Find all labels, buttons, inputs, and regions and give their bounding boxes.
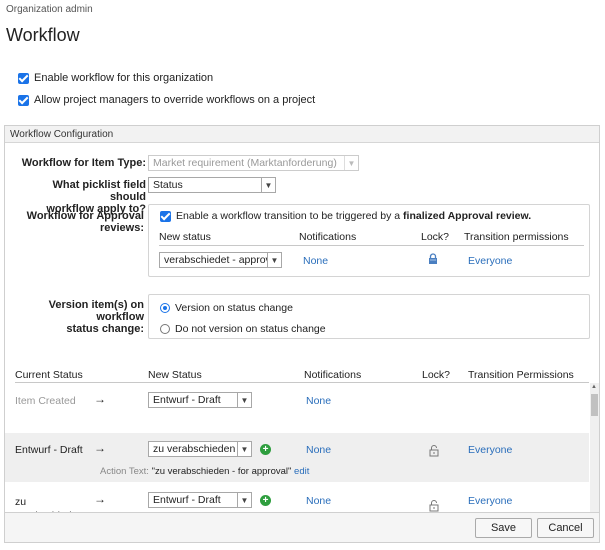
table-row: Item Created → Entwurf - Draft ▼ None — [5, 383, 589, 429]
item-type-select: Market requirement (Marktanforderung) ▼ — [148, 155, 359, 171]
row-current-status: Item Created — [15, 395, 76, 407]
approval-trigger-label: Enable a workflow transition to be trigg… — [176, 210, 531, 222]
panel-title: Workflow Configuration — [5, 126, 599, 143]
approval-box: Enable a workflow transition to be trigg… — [148, 204, 590, 277]
transition-table: Item Created → Entwurf - Draft ▼ None En… — [5, 383, 589, 512]
row-new-status-value: Entwurf - Draft — [153, 394, 221, 406]
approval-col-new-status: New status — [159, 231, 211, 243]
version-label-line-2: status change: — [66, 323, 144, 335]
approval-col-permissions: Transition permissions — [464, 231, 569, 243]
add-transition-icon[interactable]: + — [260, 495, 271, 506]
row-new-status-value: Entwurf - Draft — [153, 494, 221, 506]
chevron-down-icon: ▼ — [237, 393, 251, 407]
approval-trigger-text: Enable a workflow transition to be trigg… — [176, 210, 404, 222]
breadcrumb: Organization admin — [6, 4, 93, 15]
table-row: Entwurf - Draft → zu verabschieden - for… — [5, 433, 589, 482]
chevron-down-icon: ▼ — [237, 442, 251, 456]
row-notifications-link[interactable]: None — [306, 444, 331, 456]
add-transition-icon[interactable]: + — [260, 444, 271, 455]
table-scrollbar[interactable]: ▲ — [590, 383, 599, 512]
approval-notifications-link[interactable]: None — [303, 255, 328, 267]
col-notifications: Notifications — [304, 369, 362, 381]
row-current-status: zu verabschieden - for approval — [15, 496, 90, 512]
arrow-right-icon: → — [94, 492, 106, 506]
approval-label-line-2: reviews: — [99, 222, 144, 234]
footer-bar: Save Cancel — [5, 513, 599, 542]
row-new-status-select[interactable]: Entwurf - Draft ▼ — [148, 492, 252, 508]
chevron-down-icon: ▼ — [267, 253, 281, 267]
allow-override-option[interactable]: Allow project managers to override workf… — [18, 94, 315, 106]
action-text-edit-link[interactable]: edit — [294, 466, 309, 477]
version-label-line-1: Version item(s) on workflow — [48, 299, 144, 323]
version-label: Version item(s) on workflow status chang… — [15, 299, 144, 335]
item-type-value: Market requirement (Marktanforderung) — [153, 157, 337, 169]
item-type-label: Workflow for Item Type: — [21, 157, 146, 169]
version-on-radio[interactable] — [160, 303, 170, 313]
approval-label-line-1: Workflow for Approval — [26, 210, 144, 222]
chevron-down-icon: ▼ — [237, 493, 251, 507]
row-notifications-link[interactable]: None — [306, 395, 331, 407]
allow-override-checkbox[interactable] — [18, 94, 29, 106]
approval-col-notifications: Notifications — [299, 231, 357, 243]
row-new-status-select[interactable]: Entwurf - Draft ▼ — [148, 392, 252, 408]
scrollbar-thumb[interactable] — [591, 394, 598, 416]
allow-override-label: Allow project managers to override workf… — [34, 94, 316, 106]
lock-open-icon[interactable] — [428, 444, 440, 460]
row-permissions-link[interactable]: Everyone — [468, 495, 512, 507]
workflow-configuration-panel: Workflow Configuration Workflow for Item… — [4, 125, 600, 543]
lock-open-icon[interactable] — [428, 499, 440, 512]
arrow-right-icon: → — [94, 392, 106, 406]
scroll-up-icon[interactable]: ▲ — [591, 384, 597, 390]
table-row: zu verabschieden - for approval → Entwur… — [5, 487, 589, 512]
picklist-select[interactable]: Status ▼ — [148, 177, 276, 193]
col-lock: Lock? — [422, 369, 451, 381]
version-on-option[interactable]: Version on status change — [160, 302, 293, 314]
col-current-status: Current Status — [15, 369, 83, 381]
approval-label: Workflow for Approval reviews: — [15, 210, 144, 234]
action-text-label: Action Text: — [100, 466, 149, 477]
approval-permissions-link[interactable]: Everyone — [468, 255, 512, 267]
row-new-status-select[interactable]: zu verabschieden - for approval ▼ — [148, 441, 252, 457]
version-box: Version on status change Do not version … — [148, 294, 590, 339]
row-notifications-link[interactable]: None — [306, 495, 331, 507]
version-off-option[interactable]: Do not version on status change — [160, 323, 326, 335]
action-text-value: "zu verabschieden - for approval" — [151, 466, 292, 477]
version-on-label: Version on status change — [175, 302, 293, 314]
arrow-right-icon: → — [94, 441, 106, 455]
chevron-down-icon: ▼ — [344, 156, 358, 170]
row-current-status: Entwurf - Draft — [15, 444, 83, 456]
page-title: Workflow — [6, 25, 80, 45]
col-permissions: Transition Permissions — [468, 369, 574, 381]
chevron-down-icon: ▼ — [261, 178, 275, 192]
version-off-label: Do not version on status change — [175, 323, 326, 335]
picklist-label-line-1: What picklist field should — [52, 179, 146, 203]
row-permissions-link[interactable]: Everyone — [468, 444, 512, 456]
enable-workflow-option[interactable]: Enable workflow for this organization — [18, 72, 213, 84]
enable-workflow-checkbox[interactable] — [18, 72, 29, 84]
approval-trigger-bold: finalized Approval review. — [403, 210, 532, 222]
approval-status-value: verabschiedet - approved — [164, 254, 282, 266]
col-new-status: New Status — [148, 369, 202, 381]
approval-col-lock: Lock? — [421, 231, 450, 243]
enable-workflow-label: Enable workflow for this organization — [34, 72, 214, 84]
version-off-radio[interactable] — [160, 324, 170, 334]
cancel-button[interactable]: Cancel — [537, 518, 594, 538]
approval-trigger-option[interactable]: Enable a workflow transition to be trigg… — [160, 210, 531, 222]
picklist-value: Status — [153, 179, 183, 191]
save-button[interactable]: Save — [475, 518, 532, 538]
approval-status-select[interactable]: verabschiedet - approved ▼ — [159, 252, 282, 268]
action-text: Action Text: "zu verabschieden - for app… — [100, 466, 309, 477]
approval-trigger-checkbox[interactable] — [160, 210, 171, 222]
lock-closed-icon[interactable] — [427, 253, 439, 268]
